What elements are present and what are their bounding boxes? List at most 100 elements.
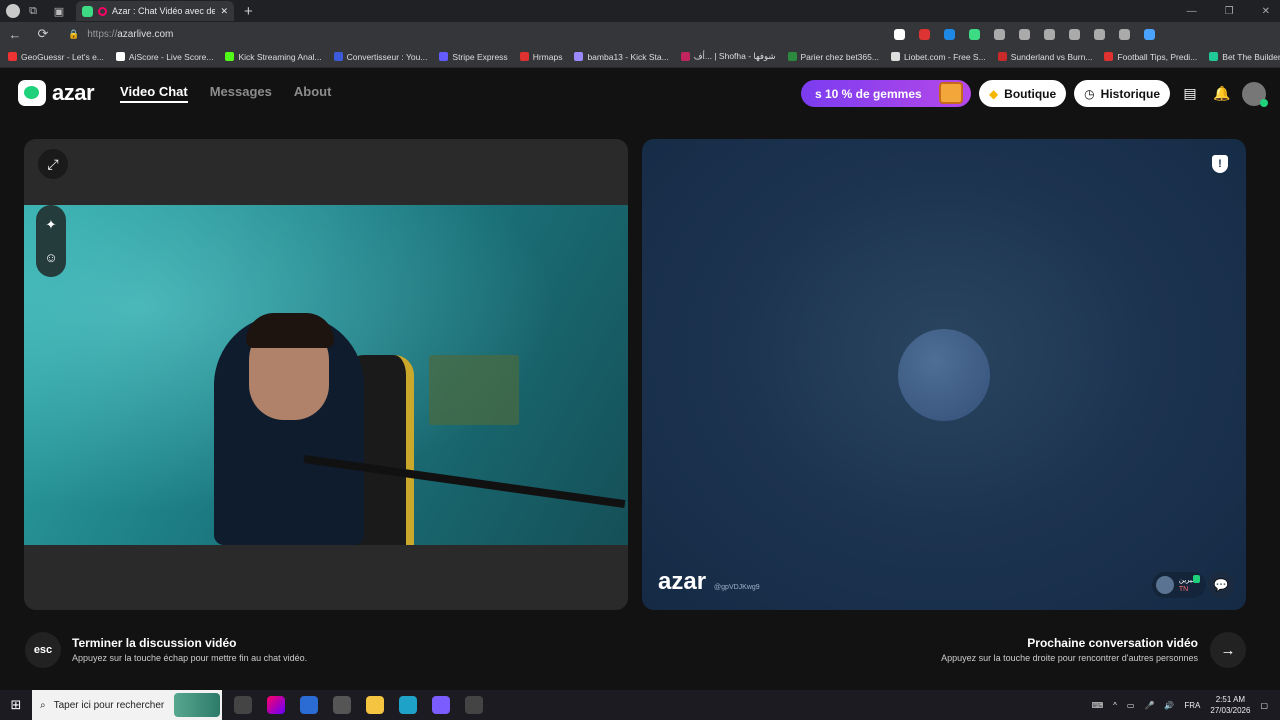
outlook-icon[interactable] bbox=[300, 696, 318, 714]
bookmark-item[interactable]: GeoGuessr - Let's e... bbox=[8, 52, 104, 62]
background-shelf bbox=[429, 355, 519, 425]
close-tab-icon[interactable]: ✕ bbox=[220, 6, 228, 17]
notification-icon[interactable]: ▢ bbox=[1260, 701, 1268, 710]
taskbar-search[interactable]: ⌕ Taper ici pour rechercher bbox=[32, 690, 222, 720]
microphone-icon[interactable]: 🎤 bbox=[1144, 701, 1154, 710]
boutique-button[interactable]: ◆ Boutique bbox=[978, 80, 1067, 107]
kick-icon bbox=[225, 52, 235, 61]
extension-icon[interactable] bbox=[894, 28, 905, 40]
bookmark-item[interactable]: Stripe Express bbox=[439, 52, 508, 62]
extensions-bar bbox=[894, 28, 1155, 40]
nav-about[interactable]: About bbox=[294, 84, 332, 103]
close-window-icon[interactable]: ✕ bbox=[1262, 6, 1270, 17]
lock-icon[interactable]: 🔒 bbox=[68, 29, 79, 40]
restore-icon[interactable]: ❐ bbox=[1225, 6, 1234, 17]
extension-icon[interactable] bbox=[944, 28, 955, 40]
tips-icon bbox=[1104, 52, 1114, 61]
remote-video-panel: ! azar @gpVDJKwg9 سيرين TN 💬 bbox=[642, 139, 1246, 610]
download-icon[interactable] bbox=[1069, 28, 1080, 40]
split-view-icon[interactable] bbox=[1019, 28, 1030, 40]
azar-favicon-icon bbox=[82, 5, 93, 17]
expand-icon[interactable]: ⤢ bbox=[38, 149, 68, 179]
clock[interactable]: 2:51 AM 27/03/2026 bbox=[1210, 694, 1250, 716]
back-icon[interactable]: ← bbox=[8, 27, 22, 42]
app-header: azar Video Chat Messages About s 10 % de… bbox=[0, 68, 1280, 118]
peer-country: TN bbox=[1178, 586, 1189, 593]
bottom-actions: esc Terminer la discussion vidéo Appuyez… bbox=[0, 628, 1280, 672]
language-indicator[interactable]: FRA bbox=[1184, 701, 1200, 710]
azar-logo-icon bbox=[18, 80, 46, 106]
liobet-icon bbox=[890, 52, 900, 61]
search-highlight-image bbox=[174, 693, 220, 717]
extension-icon[interactable] bbox=[919, 28, 930, 40]
browser-profile-icon[interactable] bbox=[6, 4, 20, 18]
extension-icon[interactable] bbox=[969, 28, 980, 40]
bookmark-item[interactable]: Convertisseur : You... bbox=[333, 52, 427, 62]
copilot-app-icon[interactable] bbox=[267, 696, 285, 714]
bookmark-item[interactable]: Hrmaps bbox=[519, 52, 562, 62]
app-icon[interactable] bbox=[432, 696, 450, 714]
verified-badge-icon bbox=[1193, 575, 1200, 583]
effects-toolbar: ✦ ☺ bbox=[36, 205, 66, 277]
volume-icon[interactable]: 🔊 bbox=[1164, 701, 1174, 710]
windows-start-icon[interactable]: ⊞ bbox=[0, 697, 32, 713]
favorites-icon[interactable] bbox=[1044, 28, 1055, 40]
peer-avatar bbox=[1155, 576, 1174, 594]
copilot-icon[interactable] bbox=[1144, 28, 1155, 40]
hrmaps-icon bbox=[519, 52, 529, 61]
profile-avatar[interactable] bbox=[1242, 81, 1268, 107]
minimize-icon[interactable]: — bbox=[1187, 6, 1197, 17]
bookmark-item[interactable]: أف... | Shofha - شوفها bbox=[680, 51, 776, 62]
bookmark-item[interactable]: Parier chez bet365... bbox=[787, 52, 879, 62]
file-explorer-icon[interactable] bbox=[366, 696, 384, 714]
refresh-icon[interactable]: ⟳ bbox=[36, 26, 50, 42]
bookmark-item[interactable]: Liobet.com - Free S... bbox=[890, 52, 986, 62]
local-video-panel: ⤢ ✦ ☺ bbox=[24, 139, 628, 610]
nav-video-chat[interactable]: Video Chat bbox=[120, 84, 188, 103]
task-view-icon[interactable] bbox=[234, 696, 252, 714]
bet365-icon bbox=[787, 52, 797, 61]
bookmark-item[interactable]: Football Tips, Predi... bbox=[1104, 52, 1197, 62]
window-controls: — ❐ ✕ bbox=[1187, 0, 1270, 22]
watermark-logo: azar bbox=[658, 568, 707, 595]
bookmark-item[interactable]: Bet The Builder bbox=[1209, 52, 1280, 62]
url-field[interactable]: 🔒 https://azarlive.com bbox=[64, 24, 864, 44]
obs-icon[interactable] bbox=[465, 696, 483, 714]
magic-wand-icon[interactable]: ✦ bbox=[46, 217, 57, 233]
search-placeholder: Taper ici pour rechercher bbox=[53, 699, 165, 711]
new-tab-button[interactable]: + bbox=[244, 3, 253, 20]
inbox-icon[interactable]: ▤ bbox=[1178, 82, 1202, 106]
edge-icon[interactable] bbox=[399, 696, 417, 714]
report-shield-icon[interactable]: ! bbox=[1212, 155, 1228, 173]
bell-icon[interactable]: 🔔 bbox=[1210, 82, 1234, 106]
face-filter-icon[interactable]: ☺ bbox=[44, 250, 57, 265]
performance-icon[interactable] bbox=[1094, 28, 1105, 40]
nav-messages[interactable]: Messages bbox=[210, 84, 272, 103]
network-icon[interactable]: ▭ bbox=[1127, 701, 1135, 710]
browser-tab[interactable]: Azar : Chat Vidéo avec de n ✕ bbox=[76, 1, 234, 21]
peer-info-chip[interactable]: سيرين TN bbox=[1151, 572, 1206, 598]
tab-actions-icon[interactable]: ▣ bbox=[46, 0, 72, 22]
bookmark-item[interactable]: Sunderland vs Burn... bbox=[997, 52, 1092, 62]
workspaces-icon[interactable]: ⧉ bbox=[20, 0, 46, 22]
end-chat-info: Terminer la discussion vidéo Appuyez sur… bbox=[72, 636, 307, 663]
bookmark-item[interactable]: Kick Streaming Anal... bbox=[225, 52, 322, 62]
chevron-up-icon[interactable]: ^ bbox=[1113, 701, 1117, 710]
gems-promo-button[interactable]: s 10 % de gemmes bbox=[800, 80, 971, 107]
watermark-user-id: @gpVDJKwg9 bbox=[714, 584, 760, 591]
keyboard-icon[interactable]: ⌨ bbox=[1092, 701, 1104, 710]
more-menu-icon[interactable] bbox=[1119, 28, 1130, 40]
header-actions: s 10 % de gemmes ◆ Boutique ◷ Historique… bbox=[800, 80, 1268, 107]
azar-logo[interactable]: azar bbox=[18, 80, 95, 106]
chat-bubble-icon[interactable]: 💬 bbox=[1208, 572, 1234, 598]
football-icon bbox=[997, 52, 1007, 61]
kick-stats-icon bbox=[574, 52, 584, 61]
end-chat-button[interactable]: esc bbox=[25, 632, 61, 668]
store-icon[interactable] bbox=[333, 696, 351, 714]
diamond-icon: ◆ bbox=[988, 86, 999, 101]
extension-icon[interactable] bbox=[994, 28, 1005, 40]
history-button[interactable]: ◷ Historique bbox=[1074, 80, 1170, 107]
bookmark-item[interactable]: AiScore - Live Score... bbox=[115, 52, 213, 62]
bookmark-item[interactable]: bamba13 - Kick Sta... bbox=[574, 52, 669, 62]
next-chat-arrow-icon[interactable]: → bbox=[1210, 632, 1246, 668]
